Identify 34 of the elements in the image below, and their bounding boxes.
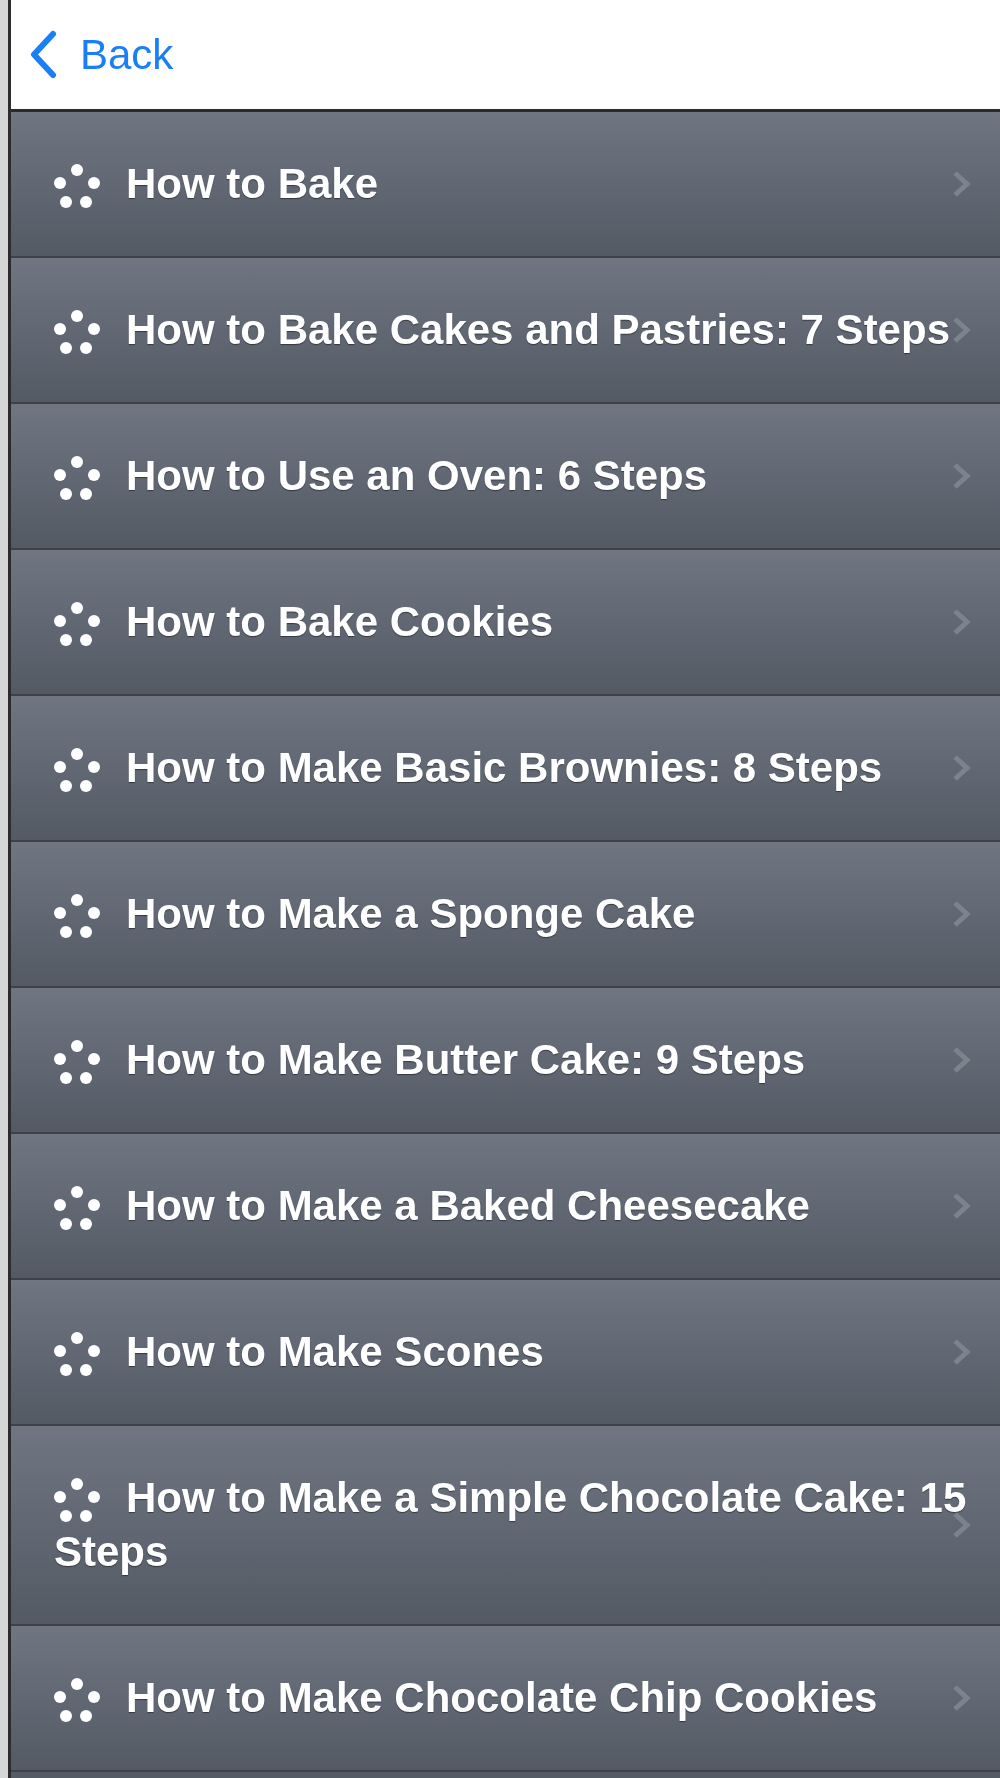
list-item[interactable]: How to Make Basic Brownies: 8 Steps <box>11 696 1000 842</box>
dot-ring-icon <box>54 602 100 646</box>
dot-ring-icon <box>54 1678 100 1722</box>
dot-ring-icon <box>54 164 100 208</box>
chevron-right-icon <box>951 316 971 344</box>
list-item[interactable]: How to Bake Cakes and Pastries: 7 Steps <box>11 258 1000 404</box>
back-button[interactable]: Back <box>28 30 174 79</box>
list-item[interactable]: How to Make a Baked Cheesecake <box>11 1134 1000 1280</box>
chevron-right-icon <box>951 170 971 198</box>
dot-ring-icon <box>54 456 100 500</box>
chevron-right-icon <box>951 1046 971 1074</box>
list-item[interactable]: How to Make a Sponge Cake <box>11 842 1000 988</box>
list-item[interactable]: How to Use an Oven: 6 Steps <box>11 404 1000 550</box>
chevron-left-icon <box>28 30 58 79</box>
dot-ring-icon <box>54 310 100 354</box>
list-item[interactable]: How to Bake Cookies <box>11 550 1000 696</box>
list-item[interactable]: How to Make Scones <box>11 1280 1000 1426</box>
chevron-right-icon <box>951 1511 971 1539</box>
dot-ring-icon <box>54 1040 100 1084</box>
chevron-right-icon <box>951 1338 971 1366</box>
chevron-right-icon <box>951 1684 971 1712</box>
dot-ring-icon <box>54 748 100 792</box>
chevron-right-icon <box>951 608 971 636</box>
list-item[interactable]: How to Make a Simple Chocolate Cake: 15 Steps <box>11 1426 1000 1626</box>
dot-ring-icon <box>54 1478 100 1522</box>
dot-ring-icon <box>54 1332 100 1376</box>
chevron-right-icon <box>951 754 971 782</box>
list-item[interactable]: How to Make Chocolate Chip Cookies <box>11 1626 1000 1772</box>
list-item[interactable]: How to Make Butter Cake: 9 Steps <box>11 988 1000 1134</box>
chevron-right-icon <box>951 900 971 928</box>
dot-ring-icon <box>54 1186 100 1230</box>
dot-ring-icon <box>54 894 100 938</box>
chevron-right-icon <box>951 462 971 490</box>
chevron-right-icon <box>951 1192 971 1220</box>
